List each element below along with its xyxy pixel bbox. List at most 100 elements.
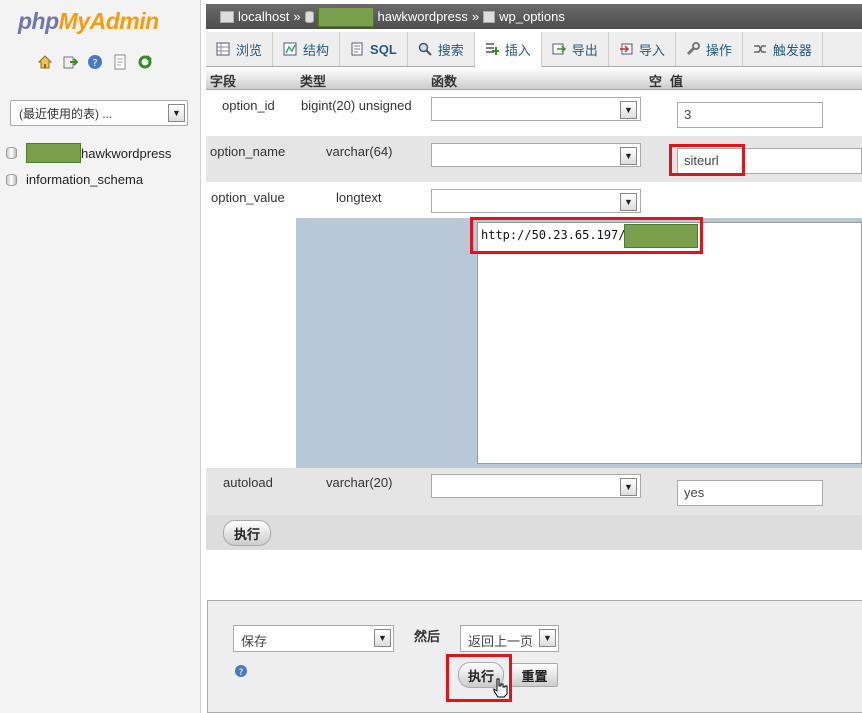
function-select[interactable]: ▼ xyxy=(431,143,641,167)
breadcrumb-separator: » xyxy=(471,9,480,24)
logo-myadmin: MyAdmin xyxy=(58,8,160,34)
header-field: 字段 xyxy=(210,74,237,89)
sql-icon xyxy=(350,42,364,56)
tab-operations[interactable]: 操作 xyxy=(676,32,743,66)
server-icon xyxy=(220,10,234,23)
tab-sql[interactable]: SQL xyxy=(340,32,408,66)
function-select[interactable]: ▼ xyxy=(431,474,641,498)
docs-icon[interactable] xyxy=(112,54,128,70)
chevron-down-icon: ▼ xyxy=(620,478,637,496)
table-icon xyxy=(483,10,496,23)
header-function: 函数 xyxy=(431,74,458,89)
chevron-down-icon: ▼ xyxy=(620,193,637,211)
navigation-panel: phpMyAdmin ? (最近使用的表) ... ▼ hawkwordpres… xyxy=(0,0,201,713)
breadcrumb-separator: » xyxy=(293,9,301,24)
function-select[interactable]: ▼ xyxy=(431,189,641,213)
redacted-block xyxy=(317,6,374,27)
chevron-down-icon: ▼ xyxy=(168,104,185,122)
database-icon xyxy=(304,10,314,23)
tab-label: 结构 xyxy=(303,42,330,58)
svg-text:?: ? xyxy=(92,58,97,69)
tab-label: 触发器 xyxy=(772,42,812,58)
field-name: autoload xyxy=(223,475,273,490)
after-insert-select[interactable]: 返回上一页 ▼ xyxy=(460,625,559,652)
tab-export[interactable]: 导出 xyxy=(542,32,609,66)
recent-tables-value: (最近使用的表) ... xyxy=(19,107,113,121)
phpmyadmin-window: phpMyAdmin ? (最近使用的表) ... ▼ hawkwordpres… xyxy=(0,0,862,713)
table-row: autoload varchar(20) ▼ yes xyxy=(206,468,862,515)
button-label: 执行 xyxy=(233,526,260,542)
table-row: option_id bigint(20) unsigned ▼ 3 xyxy=(206,90,862,136)
value-text: 3 xyxy=(684,107,692,122)
tab-label: 导出 xyxy=(571,42,598,58)
tab-structure[interactable]: 结构 xyxy=(273,32,341,66)
value-input[interactable]: 3 xyxy=(677,102,823,128)
recent-tables-select[interactable]: (最近使用的表) ... ▼ xyxy=(10,100,188,126)
breadcrumb-database[interactable]: hawkwordpress xyxy=(378,9,468,24)
chevron-down-icon: ▼ xyxy=(620,101,637,119)
select-value: 保存 xyxy=(241,634,268,649)
function-select[interactable]: ▼ xyxy=(431,97,641,121)
tab-import[interactable]: 导入 xyxy=(609,32,676,66)
header-type: 类型 xyxy=(300,74,327,89)
table-row: option_name varchar(64) ▼ siteurl xyxy=(206,136,862,182)
help-icon[interactable]: ? xyxy=(87,54,103,70)
highlight-box xyxy=(470,217,703,254)
chevron-down-icon: ▼ xyxy=(374,629,391,647)
go-button[interactable]: 执行 xyxy=(223,520,271,546)
help-icon[interactable]: ? xyxy=(234,664,248,681)
db-name: hawkwordpress xyxy=(81,145,172,161)
field-type: longtext xyxy=(336,190,382,205)
nav-icons: ? xyxy=(37,54,153,70)
redacted-block xyxy=(26,143,81,163)
insert-icon xyxy=(485,42,499,56)
svg-text:?: ? xyxy=(239,668,244,678)
tab-bar: 浏览 结构 SQL 搜索 插入 导出 导入 操作 触发器 xyxy=(206,32,862,67)
db-item-hawkwordpress[interactable]: hawkwordpress xyxy=(6,143,171,163)
tab-label: 插入 xyxy=(504,42,531,58)
database-icon xyxy=(6,147,17,159)
button-label: 重置 xyxy=(521,668,548,684)
tab-label: 浏览 xyxy=(236,42,263,58)
field-name: option_value xyxy=(211,190,285,205)
hand-cursor-icon xyxy=(492,678,508,701)
tab-label: 导入 xyxy=(638,42,665,58)
search-icon xyxy=(418,42,432,56)
value-text: yes xyxy=(684,485,705,500)
header-null: 空 xyxy=(649,74,663,89)
export-icon xyxy=(552,42,566,56)
home-icon[interactable] xyxy=(37,54,53,70)
tab-label: 操作 xyxy=(705,42,732,58)
header-value: 值 xyxy=(670,74,684,89)
insert-action-select[interactable]: 保存 ▼ xyxy=(233,625,394,652)
tab-label: 搜索 xyxy=(437,42,464,58)
db-item-information-schema[interactable]: information_schema xyxy=(6,172,143,187)
field-type: varchar(64) xyxy=(326,144,393,159)
tab-browse[interactable]: 浏览 xyxy=(206,32,274,66)
breadcrumb-server[interactable]: localhost xyxy=(238,9,289,24)
tab-triggers[interactable]: 触发器 xyxy=(743,32,823,66)
breadcrumb: localhost » hawkwordpress » wp_options xyxy=(206,4,862,29)
chevron-down-icon: ▼ xyxy=(539,629,556,647)
database-icon xyxy=(6,173,17,186)
field-type: bigint(20) unsigned xyxy=(301,98,412,113)
field-type: varchar(20) xyxy=(326,475,393,490)
insert-table-header: 字段 类型 函数 空 值 xyxy=(206,68,862,90)
then-label: 然后 xyxy=(414,629,441,644)
reset-button[interactable]: 重置 xyxy=(511,663,558,687)
reload-icon[interactable] xyxy=(137,54,153,70)
value-input[interactable]: yes xyxy=(677,480,823,506)
breadcrumb-table[interactable]: wp_options xyxy=(499,9,565,24)
logout-icon[interactable] xyxy=(62,54,78,70)
db-name: information_schema xyxy=(26,172,144,187)
logo[interactable]: phpMyAdmin xyxy=(18,8,159,35)
operations-icon xyxy=(686,42,700,56)
tab-search[interactable]: 搜索 xyxy=(408,32,475,66)
chevron-down-icon: ▼ xyxy=(620,147,637,165)
field-name: option_name xyxy=(210,144,286,159)
tab-insert[interactable]: 插入 xyxy=(474,32,542,67)
value-textarea[interactable]: http://50.23.65.197/ xyxy=(477,222,862,464)
submit-options-panel: 保存 ▼ 然后 返回上一页 ▼ ? 执行 重置 xyxy=(207,600,862,713)
table-row: option_value longtext ▼ http://50.23.65.… xyxy=(206,182,862,468)
select-value: 返回上一页 xyxy=(468,634,534,649)
